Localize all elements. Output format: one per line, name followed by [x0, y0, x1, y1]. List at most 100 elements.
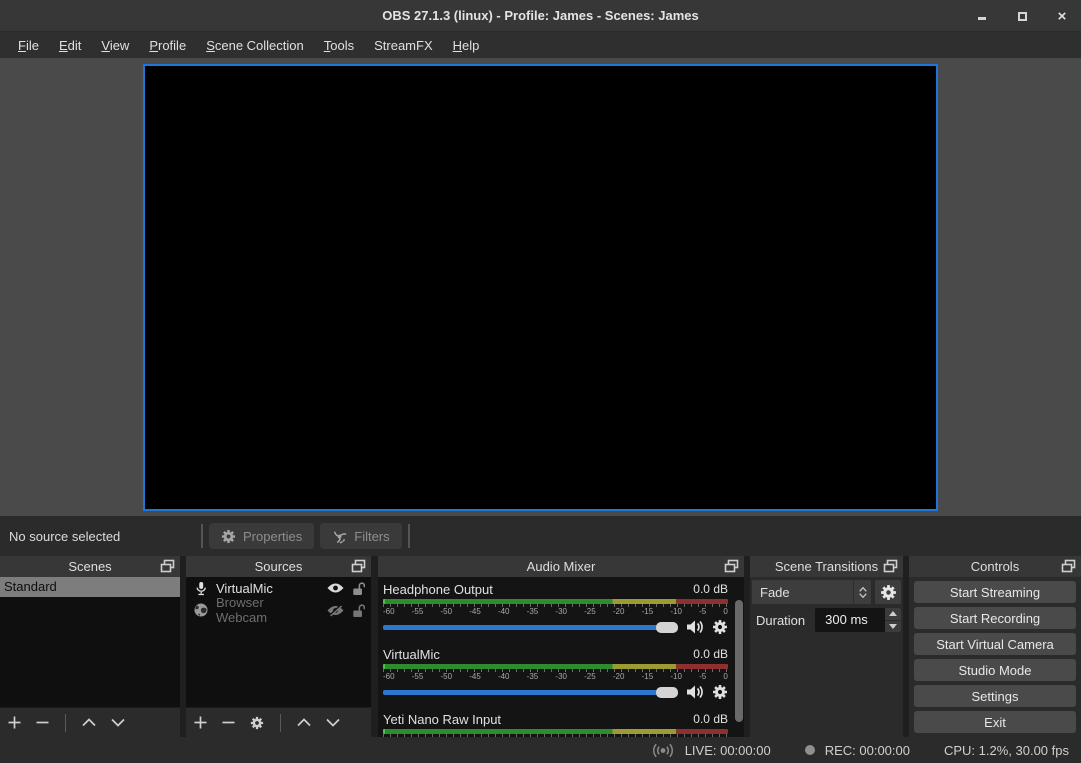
remove-scene-button[interactable] — [36, 716, 49, 729]
menu-view[interactable]: View — [91, 35, 139, 56]
volume-slider-handle[interactable] — [656, 622, 678, 633]
toolbar-divider — [201, 524, 203, 548]
add-scene-button[interactable] — [8, 716, 21, 729]
channel-name: VirtualMic — [383, 647, 440, 662]
sources-panel-title: Sources — [255, 559, 303, 574]
channel-name: Yeti Nano Raw Input — [383, 712, 501, 727]
transition-select[interactable]: Fade — [752, 580, 871, 604]
globe-icon — [194, 603, 208, 617]
transition-properties-button[interactable] — [875, 580, 901, 604]
scenes-toolbar — [0, 707, 180, 737]
remove-source-button[interactable] — [222, 716, 235, 729]
filter-icon — [332, 529, 347, 544]
volume-slider[interactable] — [383, 625, 678, 630]
sources-list: VirtualMic — [186, 577, 371, 707]
obs-window: OBS 27.1.3 (linux) - Profile: James - Sc… — [0, 0, 1081, 763]
source-properties-gear-icon[interactable] — [250, 716, 264, 730]
duration-increment-button[interactable] — [885, 608, 901, 620]
channel-level: 0.0 dB — [693, 582, 728, 596]
move-scene-up-button[interactable] — [82, 718, 96, 727]
sources-toolbar — [186, 707, 371, 737]
preview-area — [0, 58, 1081, 516]
scenes-list: Standard — [0, 577, 180, 707]
menu-bar: File Edit View Profile Scene Collection … — [0, 32, 1081, 58]
add-source-button[interactable] — [194, 716, 207, 729]
transition-selected-value: Fade — [752, 585, 853, 600]
volume-slider-handle[interactable] — [656, 687, 678, 698]
unlock-icon[interactable] — [352, 581, 365, 596]
controls-panel: Controls Start Streaming Start Recording… — [909, 556, 1081, 737]
duration-value: 300 ms — [815, 608, 885, 632]
menu-profile[interactable]: Profile — [139, 35, 196, 56]
audio-mixer-header: Audio Mixer — [378, 556, 744, 577]
channel-settings-gear-icon[interactable] — [712, 619, 728, 635]
menu-scene-collection[interactable]: Scene Collection — [196, 35, 314, 56]
scene-transitions-panel: Scene Transitions Fade — [750, 556, 903, 737]
move-source-up-button[interactable] — [297, 718, 311, 727]
window-title: OBS 27.1.3 (linux) - Profile: James - Sc… — [382, 8, 698, 23]
source-label: VirtualMic — [216, 581, 273, 596]
scenes-panel: Scenes Standard — [0, 556, 180, 737]
channel-name: Headphone Output — [383, 582, 493, 597]
properties-button[interactable]: Properties — [209, 523, 314, 549]
mixer-scrollbar[interactable] — [735, 600, 743, 722]
filters-button[interactable]: Filters — [320, 523, 401, 549]
speaker-icon[interactable] — [686, 684, 704, 700]
close-button[interactable]: × — [1049, 4, 1075, 28]
eye-icon[interactable] — [327, 582, 344, 594]
unlock-icon[interactable] — [352, 603, 365, 618]
dock-popout-icon — [351, 559, 366, 573]
mixer-channel-virtualmic: VirtualMic 0.0 dB -60-55-50-45-40-35-30-… — [383, 646, 728, 699]
channel-settings-gear-icon[interactable] — [712, 684, 728, 700]
window-controls: × — [969, 0, 1075, 32]
record-dot-icon — [805, 745, 815, 755]
source-item-browser-webcam[interactable]: Browser Webcam — [186, 599, 371, 621]
start-streaming-button[interactable]: Start Streaming — [914, 581, 1076, 603]
menu-help[interactable]: Help — [443, 35, 490, 56]
audio-mixer-title: Audio Mixer — [527, 559, 596, 574]
meter-scale: -60-55-50-45-40-35-30-25-20-15-10-50 — [383, 672, 728, 681]
move-source-down-button[interactable] — [326, 718, 340, 727]
menu-file[interactable]: File — [8, 35, 49, 56]
controls-panel-header: Controls — [909, 556, 1081, 577]
menu-tools[interactable]: Tools — [314, 35, 364, 56]
dock-popout-icon — [724, 559, 739, 573]
eye-slash-icon[interactable] — [327, 604, 344, 617]
toolbar-divider — [408, 524, 410, 548]
dock-popout-icon — [160, 559, 175, 573]
filters-label: Filters — [354, 529, 389, 544]
channel-level: 0.0 dB — [693, 712, 728, 726]
exit-button[interactable]: Exit — [914, 711, 1076, 733]
volume-slider[interactable] — [383, 690, 678, 695]
minimize-icon — [978, 17, 986, 20]
speaker-icon[interactable] — [686, 619, 704, 635]
duration-spinbox[interactable]: 300 ms — [815, 608, 901, 632]
maximize-button[interactable] — [1009, 4, 1035, 28]
duration-label: Duration — [752, 613, 811, 628]
microphone-icon — [194, 581, 208, 596]
menu-edit[interactable]: Edit — [49, 35, 91, 56]
studio-mode-button[interactable]: Studio Mode — [914, 659, 1076, 681]
duration-decrement-button[interactable] — [885, 620, 901, 633]
meter-scale: -60-55-50-45-40-35-30-25-20-15-10-50 — [383, 607, 728, 616]
scene-item-standard[interactable]: Standard — [0, 577, 180, 597]
menu-streamfx[interactable]: StreamFX — [364, 35, 443, 56]
start-virtual-camera-button[interactable]: Start Virtual Camera — [914, 633, 1076, 655]
chevron-up-down-icon — [853, 580, 871, 604]
dock-popout-icon — [1061, 559, 1076, 573]
settings-button[interactable]: Settings — [914, 685, 1076, 707]
title-bar: OBS 27.1.3 (linux) - Profile: James - Sc… — [0, 0, 1081, 32]
properties-label: Properties — [243, 529, 302, 544]
move-scene-down-button[interactable] — [111, 718, 125, 727]
gear-icon — [221, 529, 236, 544]
cpu-fps-stats: CPU: 1.2%, 30.00 fps — [944, 743, 1069, 758]
channel-level: 0.0 dB — [693, 647, 728, 661]
audio-mixer-body: Headphone Output 0.0 dB -60-55-50-45-40-… — [378, 577, 744, 737]
minimize-button[interactable] — [969, 4, 995, 28]
sources-panel: Sources VirtualMic — [186, 556, 371, 737]
preview-canvas[interactable] — [143, 64, 938, 511]
start-recording-button[interactable]: Start Recording — [914, 607, 1076, 629]
status-bar: LIVE: 00:00:00 REC: 00:00:00 CPU: 1.2%, … — [0, 737, 1081, 763]
broadcast-icon — [651, 743, 675, 758]
scene-transitions-title: Scene Transitions — [775, 559, 878, 574]
